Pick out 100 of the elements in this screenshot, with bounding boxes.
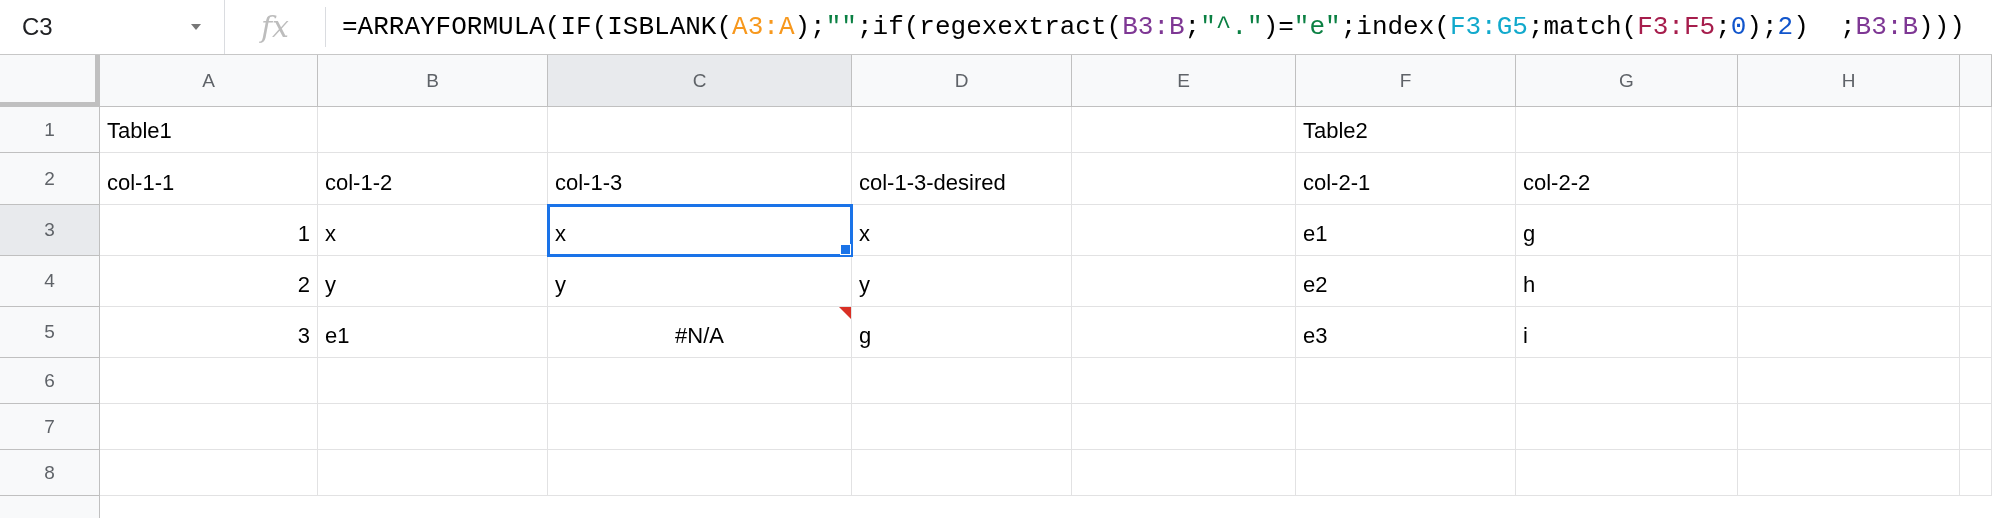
table-cell[interactable] <box>852 404 1072 450</box>
table-cell[interactable] <box>1516 358 1738 404</box>
table-cell[interactable]: col-1-3-desired <box>852 153 1072 205</box>
table-cell[interactable] <box>548 358 852 404</box>
table-cell[interactable]: col-1-1 <box>100 153 318 205</box>
column-header[interactable]: A <box>100 55 318 107</box>
table-cell[interactable] <box>852 450 1072 496</box>
table-cell[interactable]: e2 <box>1296 256 1516 307</box>
table-cell[interactable]: e3 <box>1296 307 1516 358</box>
table-cell[interactable]: h <box>1516 256 1738 307</box>
table-cell[interactable] <box>1296 358 1516 404</box>
table-cell[interactable] <box>1738 450 1960 496</box>
table-cell[interactable] <box>852 107 1072 153</box>
row-header[interactable]: 3 <box>0 205 100 256</box>
table-cell[interactable] <box>1738 256 1960 307</box>
cell-text: e3 <box>1303 323 1328 349</box>
table-cell[interactable] <box>1738 307 1960 358</box>
table-cell[interactable]: 1 <box>100 205 318 256</box>
table-cell[interactable] <box>1960 404 1992 450</box>
row-header[interactable]: 2 <box>0 153 100 205</box>
table-cell[interactable]: x <box>318 205 548 256</box>
table-cell[interactable]: e1 <box>318 307 548 358</box>
table-cell[interactable]: g <box>1516 205 1738 256</box>
column-header[interactable]: D <box>852 55 1072 107</box>
error-indicator-icon <box>839 307 851 319</box>
table-cell[interactable] <box>1072 307 1296 358</box>
table-cell[interactable] <box>100 358 318 404</box>
row-header[interactable]: 8 <box>0 450 100 496</box>
formula-field[interactable]: =ARRAYFORMULA(IF(ISBLANK(A3:A);"";if(regexextract(B3:B;"^.")="e";index(F3:G5;match(F3:F5;0);2) ;B3:B))) <box>326 12 1965 42</box>
column-header[interactable]: F <box>1296 55 1516 107</box>
table-cell[interactable] <box>1960 307 1992 358</box>
column-header[interactable]: C <box>548 55 852 107</box>
table-cell[interactable] <box>1960 256 1992 307</box>
table-cell[interactable]: 2 <box>100 256 318 307</box>
table-cell[interactable] <box>1738 358 1960 404</box>
table-cell[interactable]: x <box>852 205 1072 256</box>
cell-text: x <box>859 221 870 247</box>
table-cell[interactable] <box>1072 358 1296 404</box>
select-all-corner[interactable] <box>0 55 100 107</box>
table-cell[interactable] <box>1960 450 1992 496</box>
table-cell[interactable] <box>1960 205 1992 256</box>
table-cell[interactable] <box>1516 107 1738 153</box>
table-cell[interactable] <box>318 107 548 153</box>
table-cell[interactable] <box>1072 450 1296 496</box>
table-cell[interactable] <box>1738 205 1960 256</box>
table-cell[interactable] <box>548 404 852 450</box>
row-header[interactable]: 7 <box>0 404 100 450</box>
table-cell[interactable]: g <box>852 307 1072 358</box>
table-cell[interactable] <box>1516 450 1738 496</box>
table-cell[interactable] <box>1960 107 1992 153</box>
table-cell[interactable]: col-2-1 <box>1296 153 1516 205</box>
cell-text: col-2-1 <box>1303 170 1371 196</box>
row-header[interactable]: 5 <box>0 307 100 358</box>
table-cell[interactable] <box>318 404 548 450</box>
table-cell[interactable]: e1 <box>1296 205 1516 256</box>
table-cell[interactable]: Table1 <box>100 107 318 153</box>
column-header[interactable]: H <box>1738 55 1960 107</box>
table-cell[interactable]: y <box>318 256 548 307</box>
cell-text: g <box>859 323 872 349</box>
table-cell[interactable] <box>1960 358 1992 404</box>
table-cell[interactable] <box>318 358 548 404</box>
column-header[interactable]: E <box>1072 55 1296 107</box>
table-cell[interactable] <box>548 107 852 153</box>
table-cell[interactable] <box>1738 107 1960 153</box>
table-cell[interactable] <box>1738 404 1960 450</box>
table-cell[interactable]: col-1-3 <box>548 153 852 205</box>
table-cell[interactable] <box>548 450 852 496</box>
cell-text: Table2 <box>1303 118 1368 144</box>
row-header[interactable]: 1 <box>0 107 100 153</box>
table-cell[interactable] <box>1072 153 1296 205</box>
table-cell[interactable] <box>1296 404 1516 450</box>
table-cell[interactable] <box>100 404 318 450</box>
table-cell[interactable] <box>1072 205 1296 256</box>
column-header[interactable]: B <box>318 55 548 107</box>
table-cell[interactable]: i <box>1516 307 1738 358</box>
table-cell[interactable] <box>1296 450 1516 496</box>
table-cell[interactable]: y <box>548 256 852 307</box>
row-header[interactable]: 6 <box>0 358 100 404</box>
table-cell[interactable] <box>1072 404 1296 450</box>
table-cell[interactable]: 3 <box>100 307 318 358</box>
column-header[interactable] <box>1960 55 1992 107</box>
table-cell[interactable] <box>1960 153 1992 205</box>
table-cell[interactable]: col-1-2 <box>318 153 548 205</box>
row-header[interactable]: 4 <box>0 256 100 307</box>
table-cell[interactable] <box>1516 404 1738 450</box>
fill-handle[interactable] <box>840 244 851 255</box>
table-cell[interactable] <box>1072 107 1296 153</box>
table-cell[interactable]: y <box>852 256 1072 307</box>
selected-cell[interactable]: x <box>548 205 852 256</box>
table-cell[interactable]: #N/A <box>548 307 852 358</box>
name-box[interactable]: C3 <box>0 0 225 54</box>
table-cell[interactable]: col-2-2 <box>1516 153 1738 205</box>
table-cell[interactable] <box>1072 256 1296 307</box>
table-cell[interactable] <box>100 450 318 496</box>
table-cell[interactable] <box>852 358 1072 404</box>
column-header[interactable]: G <box>1516 55 1738 107</box>
table-cell[interactable] <box>1738 153 1960 205</box>
table-cell[interactable] <box>318 450 548 496</box>
table-cell[interactable]: Table2 <box>1296 107 1516 153</box>
cell-text: e1 <box>325 323 350 349</box>
